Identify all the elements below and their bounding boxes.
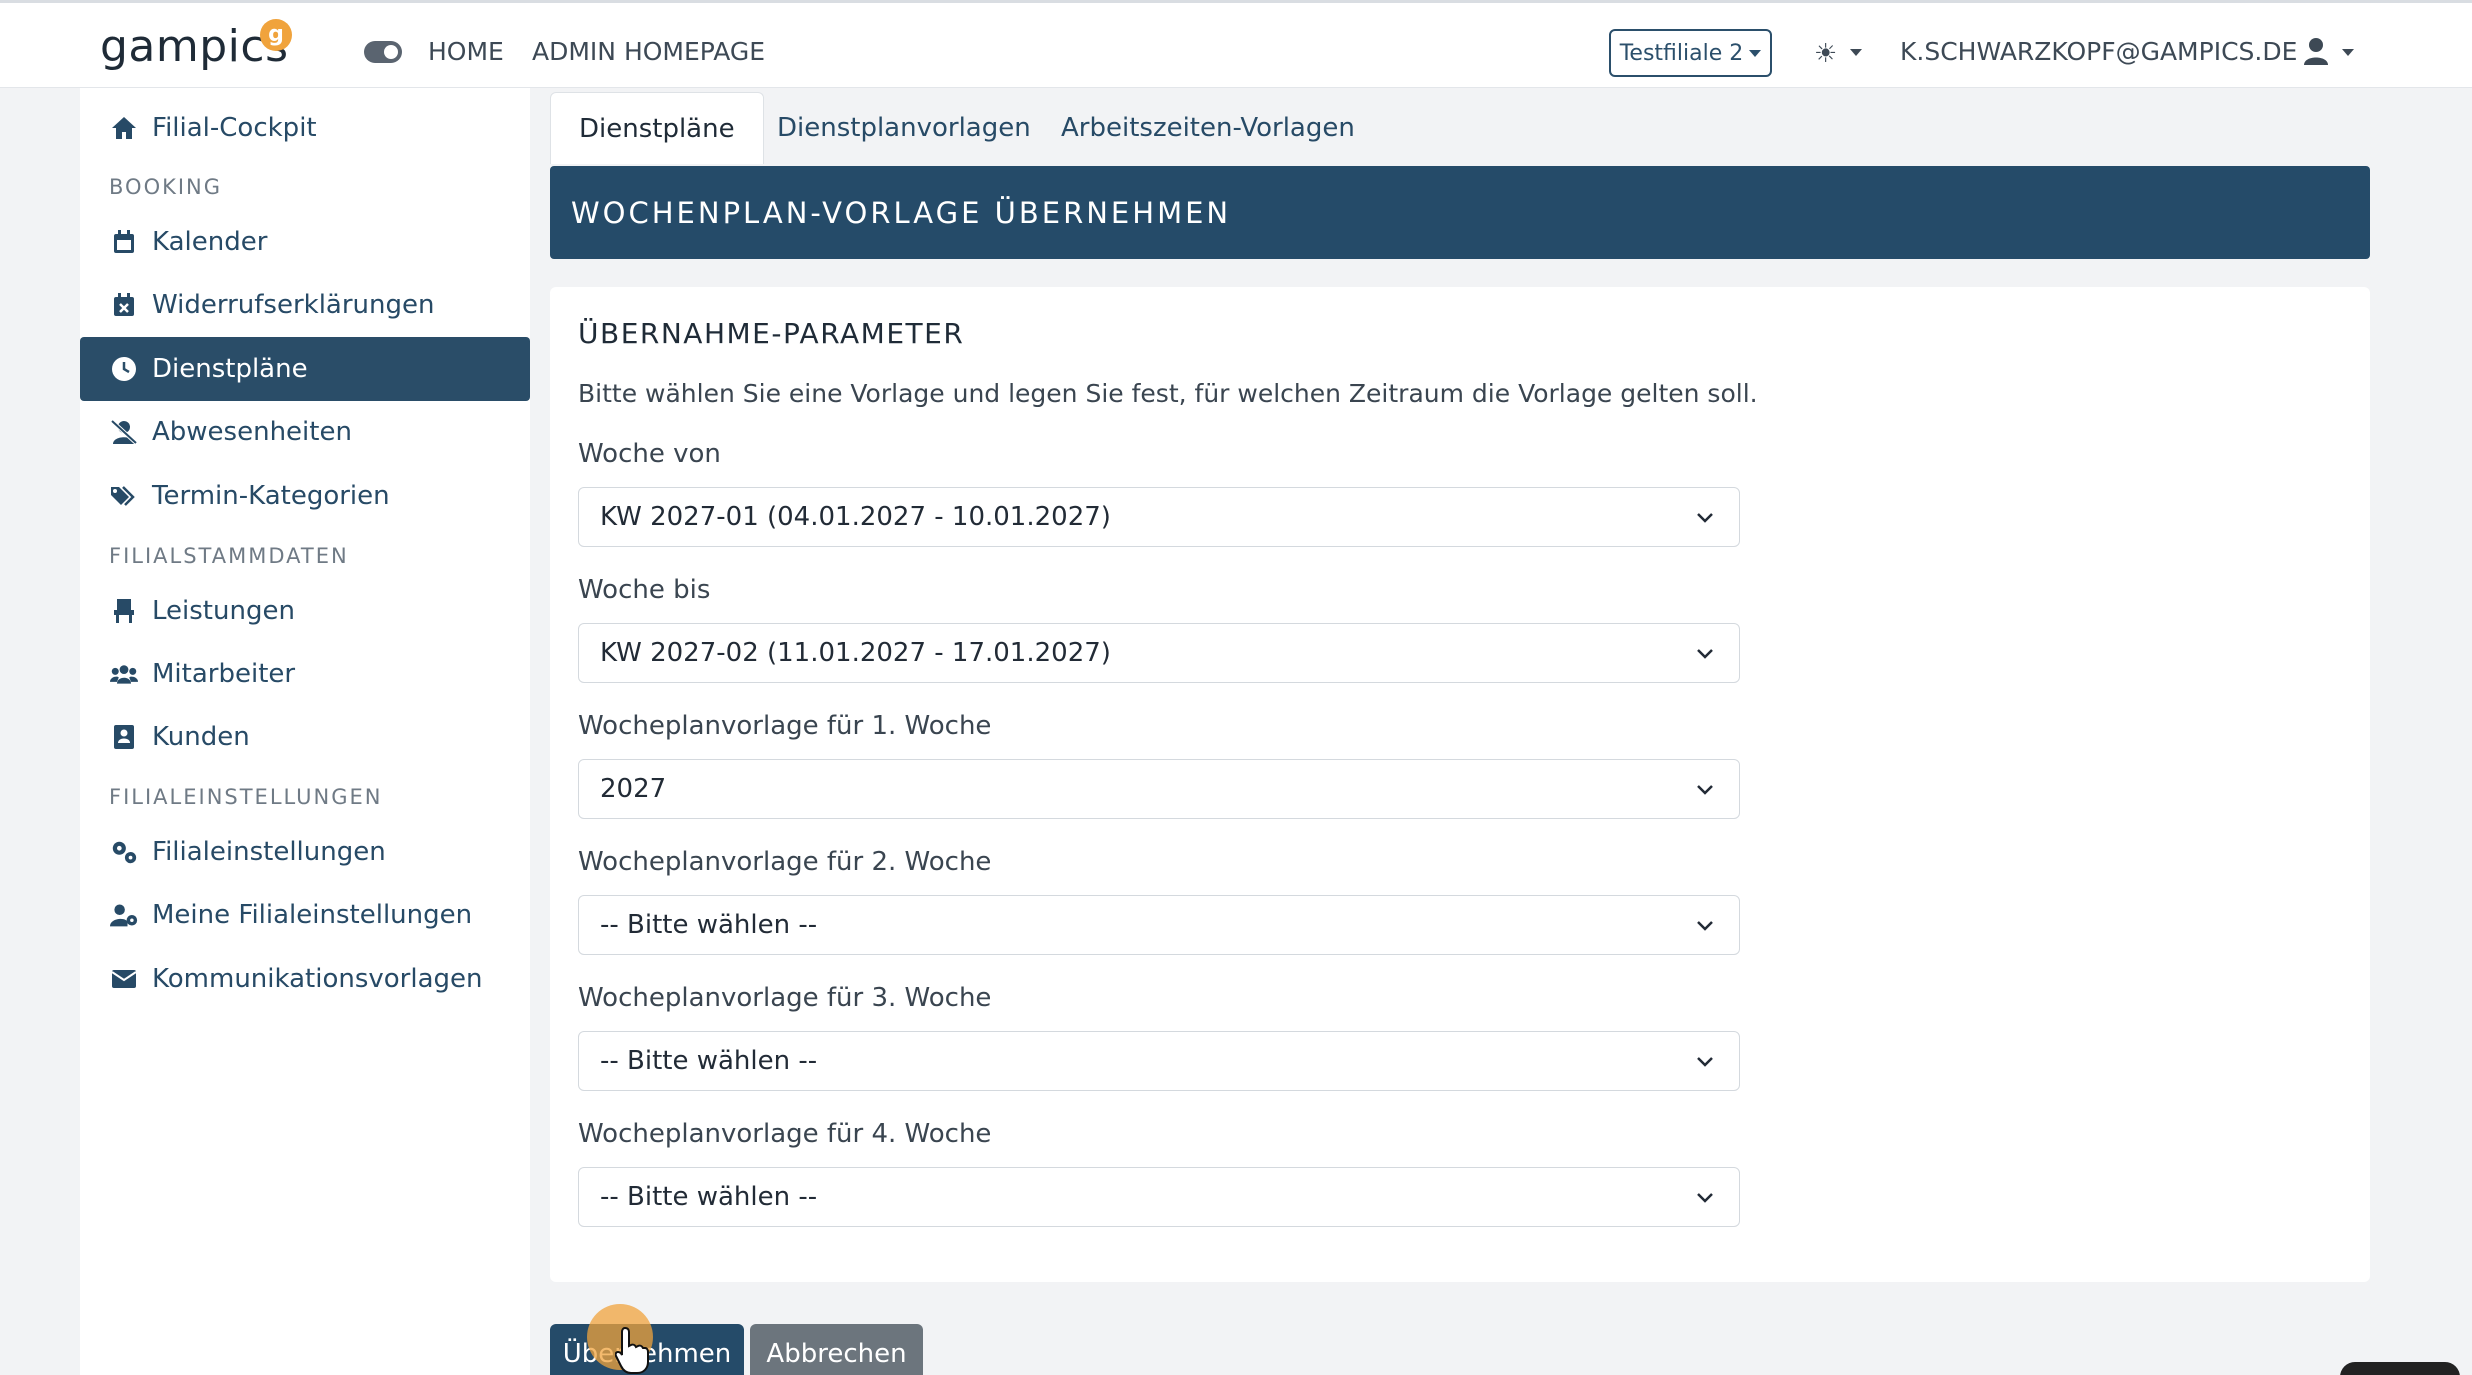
sidebar-item-label: Leistungen [152, 596, 295, 626]
card-title: ÜBERNAHME-PARAMETER [578, 317, 965, 350]
caret-down-icon[interactable] [1850, 49, 1862, 56]
sidebar-item-label: Kunden [152, 722, 250, 752]
sidebar-item-label: Filialeinstellungen [152, 837, 386, 867]
home-icon [110, 114, 138, 142]
select-value: KW 2027-01 (04.01.2027 - 10.01.2027) [600, 502, 1111, 532]
sidebar-item-leistungen[interactable]: Leistungen [80, 579, 530, 643]
sidebar-item-filialeinstellungen[interactable]: Filialeinstellungen [80, 820, 530, 884]
sidebar-item-dienstplaene[interactable]: Dienstpläne [80, 337, 530, 401]
clock-icon [110, 355, 138, 383]
select-value: 2027 [600, 774, 667, 804]
corner-widget [2340, 1362, 2460, 1375]
vorlage-woche-4-select[interactable]: -- Bitte wählen -- [578, 1167, 1740, 1227]
calendar-icon [110, 228, 138, 256]
select-value: KW 2027-02 (11.01.2027 - 17.01.2027) [600, 638, 1111, 668]
vorlage-woche-3-select[interactable]: -- Bitte wählen -- [578, 1031, 1740, 1091]
sidebar-item-kunden[interactable]: Kunden [80, 705, 530, 769]
chair-icon [110, 597, 138, 625]
sidebar-item-label: Kommunikationsvorlagen [152, 964, 483, 994]
sidebar-section-filialeinstellungen: FILIALEINSTELLUNGEN [109, 785, 383, 809]
vorlage-woche-1-select[interactable]: 2027 [578, 759, 1740, 819]
abbrechen-button[interactable]: Abbrechen [750, 1324, 923, 1375]
sidebar-item-mitarbeiter[interactable]: Mitarbeiter [80, 642, 530, 706]
field-label-vorlage-woche-4: Wocheplanvorlage für 4. Woche [578, 1119, 992, 1149]
tab-bar: Dienstpläne Dienstplanvorlagen Arbeitsze… [550, 92, 2370, 164]
top-navbar: gampics g HOME ADMIN HOMEPAGE Testfilial… [0, 0, 2472, 88]
field-label-vorlage-woche-1: Wocheplanvorlage für 1. Woche [578, 711, 992, 741]
hand-cursor-icon [615, 1326, 649, 1374]
sidebar-item-label: Abwesenheiten [152, 417, 352, 447]
woche-von-select[interactable]: KW 2027-01 (04.01.2027 - 10.01.2027) [578, 487, 1740, 547]
sidebar-section-filialstammdaten: FILIALSTAMMDATEN [109, 544, 349, 568]
sidebar-item-label: Widerrufserklärungen [152, 290, 435, 320]
user-icon[interactable] [2303, 37, 2329, 69]
card-description: Bitte wählen Sie eine Vorlage und legen … [578, 379, 1758, 408]
sidebar-item-widerrufserklaerungen[interactable]: Widerrufserklärungen [80, 273, 530, 337]
chevron-down-icon [1697, 785, 1713, 795]
sidebar-item-label: Kalender [152, 227, 268, 257]
sidebar-item-kalender[interactable]: Kalender [80, 210, 530, 274]
vorlage-woche-2-select[interactable]: -- Bitte wählen -- [578, 895, 1740, 955]
woche-bis-select[interactable]: KW 2027-02 (11.01.2027 - 17.01.2027) [578, 623, 1740, 683]
address-book-icon [110, 723, 138, 751]
user-cog-icon [110, 901, 138, 929]
nav-home-link[interactable]: HOME [428, 37, 504, 66]
sidebar-item-label: Filial-Cockpit [152, 113, 317, 143]
field-label-woche-bis: Woche bis [578, 575, 711, 605]
tab-dienstplaene[interactable]: Dienstpläne [550, 92, 764, 164]
user-slash-icon [110, 418, 138, 446]
sidebar-section-booking: BOOKING [109, 175, 223, 199]
sidebar: Filial-Cockpit BOOKING Kalender Widerruf… [80, 88, 530, 1375]
page-title: WOCHENPLAN-VORLAGE ÜBERNEHMEN [550, 166, 2370, 259]
select-value: -- Bitte wählen -- [600, 1046, 818, 1076]
chevron-down-icon [1697, 513, 1713, 523]
logo-badge: g [260, 19, 292, 51]
users-icon [110, 660, 138, 688]
sidebar-item-abwesenheiten[interactable]: Abwesenheiten [80, 400, 530, 464]
chevron-down-icon [1697, 649, 1713, 659]
caret-down-icon [1749, 49, 1762, 57]
field-label-vorlage-woche-3: Wocheplanvorlage für 3. Woche [578, 983, 992, 1013]
caret-down-icon[interactable] [2342, 49, 2354, 56]
sidebar-item-label: Meine Filialeinstellungen [152, 900, 473, 930]
parameter-card: ÜBERNAHME-PARAMETER Bitte wählen Sie ein… [550, 287, 2370, 1282]
sidebar-item-label: Mitarbeiter [152, 659, 296, 689]
tab-arbeitszeiten-vorlagen[interactable]: Arbeitszeiten-Vorlagen [1061, 92, 1355, 164]
field-label-vorlage-woche-2: Wocheplanvorlage für 2. Woche [578, 847, 992, 877]
sidebar-item-termin-kategorien[interactable]: Termin-Kategorien [80, 464, 530, 528]
calendar-x-icon [110, 291, 138, 319]
sidebar-item-filial-cockpit[interactable]: Filial-Cockpit [80, 96, 530, 160]
field-label-woche-von: Woche von [578, 439, 721, 469]
sidebar-item-meine-filialeinstellungen[interactable]: Meine Filialeinstellungen [80, 883, 530, 947]
sun-icon[interactable]: ☀ [1814, 39, 1837, 69]
filiale-button-label: Testfiliale 2 [1619, 40, 1744, 66]
chevron-down-icon [1697, 921, 1713, 931]
tags-icon [110, 482, 138, 510]
chevron-down-icon [1697, 1193, 1713, 1203]
sidebar-item-label: Dienstpläne [152, 354, 308, 384]
select-value: -- Bitte wählen -- [600, 910, 818, 940]
user-email[interactable]: K.SCHWARZKOPF@GAMPICS.DE [1900, 37, 2297, 66]
chevron-down-icon [1697, 1057, 1713, 1067]
nav-admin-homepage-link[interactable]: ADMIN HOMEPAGE [532, 37, 765, 66]
sidebar-item-label: Termin-Kategorien [152, 481, 390, 511]
sidebar-item-kommunikationsvorlagen[interactable]: Kommunikationsvorlagen [80, 947, 530, 1011]
theme-toggle[interactable] [364, 41, 402, 63]
select-value: -- Bitte wählen -- [600, 1182, 818, 1212]
tab-dienstplanvorlagen[interactable]: Dienstplanvorlagen [777, 92, 1031, 164]
envelope-icon [110, 965, 138, 993]
filiale-dropdown-button[interactable]: Testfiliale 2 [1609, 29, 1772, 77]
cogs-icon [110, 838, 138, 866]
